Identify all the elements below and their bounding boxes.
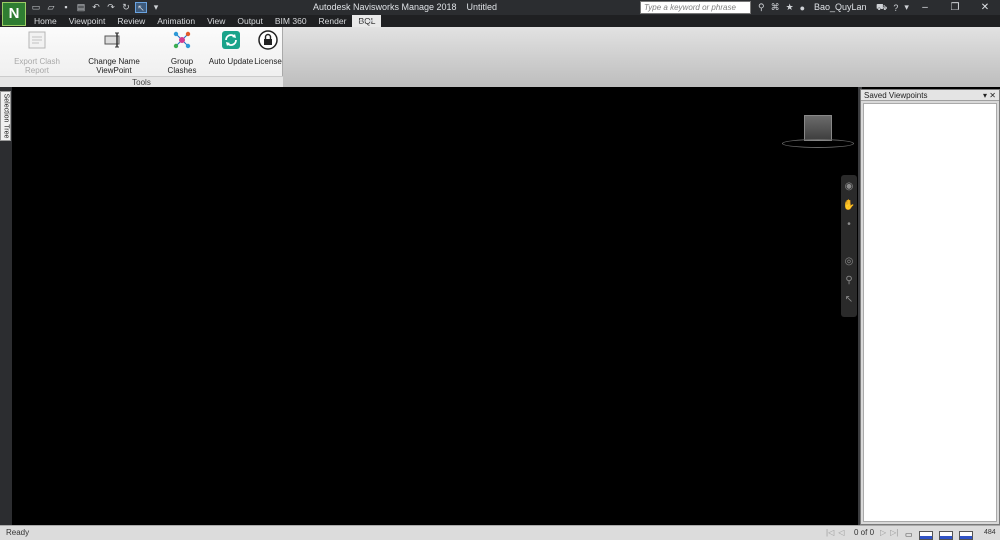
restore-icon[interactable]: ❐ — [940, 0, 970, 15]
auto-update-button[interactable]: Auto Update — [208, 30, 254, 66]
sheet-navigation: |◁ ◁ — [826, 526, 844, 540]
panel-title: Tools — [0, 76, 283, 87]
tab-animation[interactable]: Animation — [151, 15, 201, 27]
network-icon — [173, 31, 191, 49]
first-page-icon[interactable]: |◁ — [826, 526, 834, 540]
subscription-icon[interactable]: ⌘ — [771, 2, 780, 13]
viewcube-icon[interactable] — [804, 115, 832, 141]
search-input[interactable] — [640, 1, 751, 14]
tool-label: License — [254, 57, 282, 66]
app-logo[interactable]: N — [2, 2, 26, 26]
cart-icon[interactable]: ⛟ — [876, 2, 887, 14]
export-clash-report-button[interactable]: Export Clash Report — [3, 30, 71, 75]
title-bar: ▭ ▱ ▪ ▤ ↶ ↷ ↻ ↖ ▾ Autodesk Navisworks Ma… — [0, 0, 1000, 15]
tools-panel: Export Clash Report Change Name ViewPoin… — [0, 27, 283, 87]
ribbon: Export Clash Report Change Name ViewPoin… — [0, 27, 1000, 87]
navigation-bar: ◉ ✋ • ◎ ⚲ ↖ — [841, 175, 857, 317]
tab-viewpoint[interactable]: Viewpoint — [63, 15, 112, 27]
previous-page-icon[interactable]: ◁ — [838, 526, 844, 540]
chevron-down-icon[interactable]: ▾ — [369, 17, 373, 26]
web-server-progress-icon — [958, 530, 973, 540]
tab-bim-360[interactable]: BIM 360 — [269, 15, 313, 27]
lock-icon — [258, 30, 278, 50]
license-button[interactable]: License — [254, 30, 282, 66]
orbit-icon[interactable]: ◎ — [845, 256, 854, 267]
tab-home[interactable]: Home — [28, 15, 63, 27]
walk-icon[interactable]: ⚲ — [845, 275, 852, 286]
tab-render[interactable]: Render — [313, 15, 353, 27]
disk-progress-icon — [938, 530, 953, 540]
close-panel-icon[interactable]: ✕ — [989, 91, 996, 100]
minimize-icon[interactable]: – — [910, 0, 940, 15]
close-icon[interactable]: ✕ — [970, 0, 1000, 15]
tab-review[interactable]: Review — [111, 15, 151, 27]
document-title: Untitled — [466, 2, 498, 12]
select-cursor-icon[interactable]: ↖ — [845, 294, 853, 305]
help-icon[interactable]: ? — [893, 3, 898, 13]
sheet-navigation-next: ▷ ▷| — [880, 526, 898, 540]
tool-label: Auto Update — [208, 57, 254, 66]
next-page-icon[interactable]: ▷ — [880, 526, 886, 540]
tab-view[interactable]: View — [201, 15, 231, 27]
tool-label: Export Clash Report — [14, 57, 60, 75]
rename-icon — [104, 32, 120, 48]
user-name[interactable]: Bao_QuyLan — [814, 2, 867, 12]
star-icon[interactable]: ★ — [786, 2, 794, 13]
video-icon[interactable]: ▭ — [358, 17, 366, 26]
help-dropdown-icon[interactable]: ▾ — [904, 2, 909, 13]
zoom-icon[interactable]: • — [847, 219, 851, 230]
steering-wheel-icon[interactable]: ◉ — [845, 181, 854, 192]
selection-tree-label: Selection Tree — [2, 93, 9, 139]
memory-usage: 484 — [984, 529, 996, 536]
user-icon[interactable]: ● — [800, 3, 805, 13]
saved-viewpoints-panel: Saved Viewpoints ▾ ✕ — [860, 89, 1000, 525]
saved-viewpoints-list[interactable] — [863, 103, 997, 522]
pan-icon[interactable]: ✋ — [843, 200, 855, 211]
binoculars-icon[interactable]: ⚲ — [758, 2, 765, 13]
status-icons: ▭ — [905, 528, 973, 540]
titlebar-tools: ⚲ ⌘ ★ ● — [758, 1, 805, 14]
left-dock — [0, 87, 12, 525]
sheet-browser-icon[interactable]: ▭ — [905, 528, 913, 540]
tool-label: Change Name ViewPoint — [88, 57, 140, 75]
ribbon-options[interactable]: ▭ ▾ — [358, 16, 373, 26]
app-title: Autodesk Navisworks Manage 2018 — [312, 2, 457, 12]
status-bar: Ready |◁ ◁ 0 of 0 ▷ ▷| ▭ 484 — [0, 525, 1000, 540]
last-page-icon[interactable]: ▷| — [890, 526, 898, 540]
group-clashes-button[interactable]: Group Clashes — [157, 30, 207, 75]
report-icon — [28, 31, 46, 49]
window-controls: – ❐ ✕ — [910, 0, 1000, 15]
panel-controls: ▾ ✕ — [983, 90, 996, 101]
selection-tree-tab[interactable]: Selection Tree — [0, 91, 11, 141]
status-text: Ready — [6, 528, 30, 537]
viewcube-compass[interactable] — [782, 139, 854, 148]
page-counter: 0 of 0 — [854, 528, 875, 537]
saved-viewpoints-title: Saved Viewpoints — [864, 91, 928, 100]
pencil-progress-icon — [918, 530, 933, 540]
scene-viewport[interactable]: ◉ ✋ • ◎ ⚲ ↖ — [12, 87, 858, 525]
ribbon-tab-bar: Home Viewpoint Review Animation View Out… — [0, 15, 1000, 27]
tool-label: Group Clashes — [167, 57, 197, 75]
saved-viewpoints-header: Saved Viewpoints ▾ ✕ — [861, 90, 999, 101]
sync-icon — [222, 31, 240, 49]
ribbon-tabs: Home Viewpoint Review Animation View Out… — [28, 15, 382, 27]
change-name-viewpoint-button[interactable]: Change Name ViewPoint — [72, 30, 156, 75]
tab-output[interactable]: Output — [231, 15, 269, 27]
titlebar-help: ⛟ ? ▾ — [876, 1, 909, 14]
